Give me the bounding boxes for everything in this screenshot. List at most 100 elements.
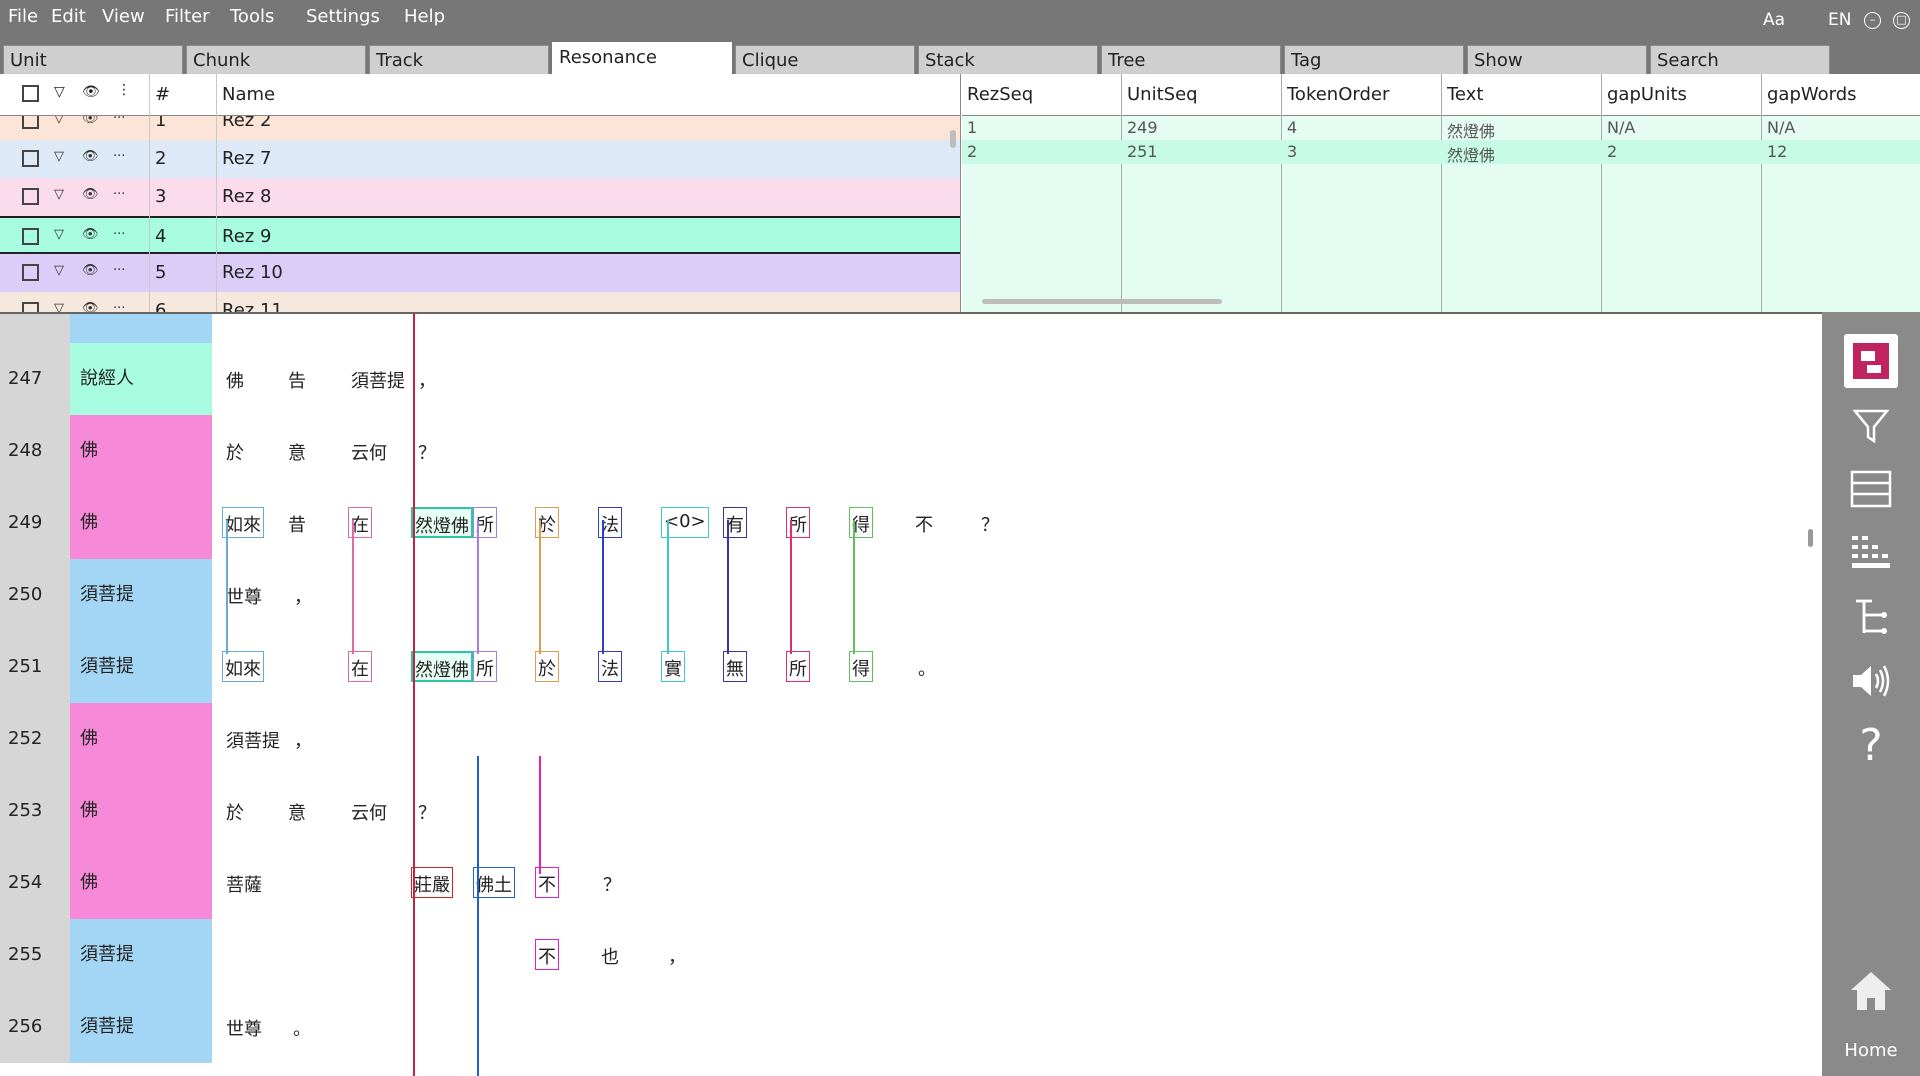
speaker-cell[interactable] xyxy=(70,314,212,343)
rez-row[interactable]: ▽ 👁 ··· 5 Rez 10 xyxy=(0,254,960,292)
more-icon[interactable]: ··· xyxy=(113,227,125,242)
word[interactable]: ？ xyxy=(418,439,436,465)
word[interactable]: 告 xyxy=(288,367,306,393)
resonance-link[interactable] xyxy=(853,520,855,654)
filter-icon[interactable] xyxy=(1844,398,1898,452)
eye-icon[interactable]: 👁 xyxy=(82,187,99,202)
word[interactable]: ？ xyxy=(603,871,621,897)
filter-icon[interactable]: ▽ xyxy=(54,116,64,126)
speaker-cell[interactable]: 須菩提 xyxy=(70,559,212,631)
menu-filter[interactable]: Filter xyxy=(165,6,210,27)
col-unitseq-header[interactable]: UnitSeq xyxy=(1127,84,1198,105)
tree-icon[interactable] xyxy=(1844,590,1898,644)
filter-icon[interactable]: ▽ xyxy=(54,149,64,164)
more-icon[interactable]: ··· xyxy=(113,149,125,164)
word[interactable]: ， xyxy=(418,367,436,393)
tab-resonance[interactable]: Resonance xyxy=(552,42,732,74)
filter-all-icon[interactable]: ▽ xyxy=(54,84,65,100)
word[interactable]: 云何 xyxy=(351,799,387,825)
tab-show[interactable]: Show xyxy=(1467,45,1647,74)
word-token[interactable]: 然燈佛 xyxy=(411,651,473,682)
eye-icon[interactable]: 👁 xyxy=(82,116,99,126)
row-checkbox[interactable] xyxy=(22,228,39,245)
more-icon[interactable]: ··· xyxy=(113,301,125,312)
eye-icon[interactable]: 👁 xyxy=(82,149,99,164)
col-tokenorder-header[interactable]: TokenOrder xyxy=(1287,84,1389,105)
language-button[interactable]: EN xyxy=(1828,10,1851,30)
menu-tools[interactable]: Tools xyxy=(230,6,274,27)
word[interactable]: 須菩提 xyxy=(351,367,405,393)
speaker-cell[interactable]: 須菩提 xyxy=(70,919,212,991)
eye-icon[interactable]: 👁 xyxy=(82,301,99,312)
word-token[interactable]: 佛土 xyxy=(473,867,515,898)
rez-row[interactable]: ▽ 👁 ··· 2 Rez 7 xyxy=(0,140,960,178)
detail-row[interactable]: 1 249 4 然燈佛 N/A N/A xyxy=(962,116,1920,141)
rez-list-scrollbar[interactable] xyxy=(950,130,956,148)
menu-help[interactable]: Help xyxy=(404,6,445,27)
rez-row[interactable]: ▽ 👁 ··· 1 Rez 2 xyxy=(0,116,960,140)
col-gapwords-header[interactable]: gapWords xyxy=(1767,84,1857,105)
resonance-link[interactable] xyxy=(352,520,354,654)
word[interactable]: 世尊 xyxy=(226,1015,262,1041)
speaker-cell[interactable]: 佛 xyxy=(70,775,212,847)
word-token[interactable]: 無 xyxy=(723,651,747,682)
resonance-link[interactable] xyxy=(477,520,479,654)
filter-icon[interactable]: ▽ xyxy=(54,301,64,312)
word[interactable]: ， xyxy=(294,727,312,753)
word-token[interactable]: 得 xyxy=(849,651,873,682)
word[interactable]: 於 xyxy=(226,439,244,465)
more-vertical-icon[interactable]: ⋮ xyxy=(117,82,131,98)
col-gapunits-header[interactable]: gapUnits xyxy=(1607,84,1687,105)
word-token[interactable]: 如來 xyxy=(222,507,264,538)
tab-clique[interactable]: Clique xyxy=(735,45,915,74)
filter-icon[interactable]: ▽ xyxy=(54,187,64,202)
home-label[interactable]: Home xyxy=(1822,1040,1920,1061)
word[interactable]: ， xyxy=(668,943,686,969)
word[interactable]: 須菩提 xyxy=(226,727,280,753)
word[interactable]: ？ xyxy=(418,799,436,825)
row-checkbox[interactable] xyxy=(22,264,39,281)
filter-icon[interactable]: ▽ xyxy=(54,227,64,242)
word[interactable]: 不 xyxy=(915,511,933,537)
col-rezseq-header[interactable]: RezSeq xyxy=(967,84,1033,105)
speaker-cell[interactable]: 說經人 xyxy=(70,343,212,415)
speaker-cell[interactable]: 佛 xyxy=(70,487,212,559)
row-checkbox[interactable] xyxy=(22,116,39,129)
word-token[interactable]: 不 xyxy=(535,939,559,970)
help-icon[interactable]: ? xyxy=(1844,718,1898,772)
word[interactable]: ， xyxy=(294,583,312,609)
word-token[interactable]: 實 xyxy=(661,651,685,682)
row-checkbox[interactable] xyxy=(22,150,39,167)
menu-file[interactable]: File xyxy=(8,6,38,27)
logo-icon[interactable] xyxy=(1844,334,1898,388)
tab-stack[interactable]: Stack xyxy=(918,45,1098,74)
word[interactable]: 。 xyxy=(293,1015,311,1041)
word[interactable]: 昔 xyxy=(288,511,306,537)
speaker-cell[interactable]: 佛 xyxy=(70,847,212,919)
minimize-icon[interactable]: – xyxy=(1864,12,1881,29)
more-icon[interactable]: ··· xyxy=(113,263,125,278)
rez-detail-hscrollbar[interactable] xyxy=(982,299,1222,304)
resonance-link[interactable] xyxy=(539,520,541,654)
more-icon[interactable]: ··· xyxy=(113,187,125,202)
resonance-link[interactable] xyxy=(667,520,669,654)
col-num-header[interactable]: # xyxy=(155,84,170,105)
tab-search[interactable]: Search xyxy=(1650,45,1830,74)
speaker-icon[interactable] xyxy=(1844,654,1898,708)
resonance-link[interactable] xyxy=(727,520,729,654)
col-name-header[interactable]: Name xyxy=(222,84,275,105)
resonance-link[interactable] xyxy=(790,520,792,654)
menu-view[interactable]: View xyxy=(102,6,145,27)
row-checkbox[interactable] xyxy=(22,302,39,312)
resonance-link[interactable] xyxy=(226,520,228,654)
speaker-cell[interactable]: 須菩提 xyxy=(70,991,212,1063)
word-token[interactable]: 如來 xyxy=(222,651,264,682)
word[interactable]: 世尊 xyxy=(226,583,262,609)
tab-tag[interactable]: Tag xyxy=(1284,45,1464,74)
speaker-cell[interactable]: 佛 xyxy=(70,703,212,775)
tab-tree[interactable]: Tree xyxy=(1101,45,1281,74)
resonance-link[interactable] xyxy=(413,314,415,1076)
word-token[interactable]: 然燈佛 xyxy=(411,507,473,538)
col-text-header[interactable]: Text xyxy=(1447,84,1483,105)
rows-icon[interactable] xyxy=(1844,462,1898,516)
